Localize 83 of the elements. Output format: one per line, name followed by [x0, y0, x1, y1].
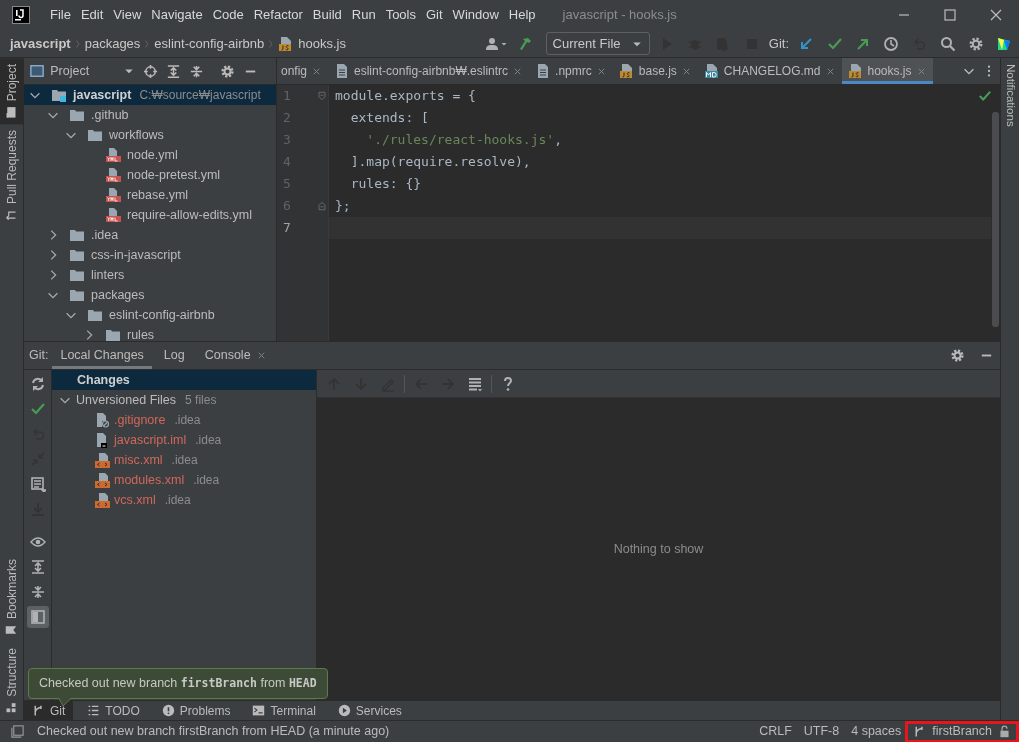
tree-item-label[interactable]: node.yml	[127, 145, 178, 165]
status-item[interactable]: UTF-8	[803, 722, 840, 741]
tree-item-label[interactable]: .idea	[91, 225, 119, 245]
changelist-row[interactable]: Changes	[52, 370, 316, 390]
menu-item[interactable]: Run	[346, 5, 381, 25]
code-line: };	[335, 197, 351, 215]
tree-item-label[interactable]: require-allow-edits.yml	[127, 205, 253, 225]
highlight-frame[interactable]: firstBranch	[905, 720, 1019, 742]
file-name[interactable]: vcs.xml	[114, 490, 156, 510]
code-line: extends: [	[349, 109, 429, 127]
branch-name[interactable]: firstBranch	[932, 722, 992, 741]
breadcrumb-item[interactable]: eslint-config-airbnb	[154, 33, 265, 54]
path-hint: C:₩source₩javascript	[139, 87, 261, 104]
tree-item-label[interactable]: css-in-javascript	[91, 245, 181, 265]
tool-window-tab[interactable]: Notifications	[1001, 58, 1019, 133]
file-name[interactable]: javascript.iml	[114, 430, 187, 450]
status-message[interactable]: Checked out new branch firstBranch from HEAD (a minute ago)	[37, 722, 748, 741]
empty-state-text: Nothing to show	[613, 540, 704, 558]
menu-item[interactable]: Window	[447, 5, 504, 25]
directory-hint: .idea	[195, 432, 222, 449]
tree-item-label[interactable]: workflows	[109, 125, 164, 145]
breadcrumb-item[interactable]: javascript	[10, 33, 71, 54]
menu-item[interactable]: View	[108, 5, 147, 25]
tree-item-label[interactable]: eslint-config-airbnb	[109, 305, 215, 325]
status-item[interactable]: 4 spaces	[851, 722, 902, 741]
tree-item-label[interactable]: .github	[91, 105, 129, 125]
file-name[interactable]: misc.xml	[114, 450, 163, 470]
file-count: 5 files	[185, 392, 217, 409]
tool-window-tab[interactable]: Project	[0, 58, 23, 125]
editor-tab[interactable]: eslint-config-airbnb₩.eslintrc	[328, 58, 530, 84]
panel-title: Git:	[29, 347, 49, 365]
file-name[interactable]: .gitignore	[114, 410, 166, 430]
editor-tab[interactable]: hooks.js	[841, 58, 933, 84]
menu-item[interactable]: Git	[421, 5, 448, 25]
editor-tab[interactable]: onfig	[277, 58, 329, 84]
editor-tab[interactable]: base.js	[612, 58, 698, 84]
menu-item[interactable]: Build	[307, 5, 347, 25]
menu-item[interactable]: Edit	[75, 5, 109, 25]
menu-item[interactable]: Refactor	[248, 5, 308, 25]
code-line: module.exports = {	[335, 87, 476, 105]
code-line: ].map(require.resolve),	[349, 153, 531, 171]
tree-item-label[interactable]: javascript	[73, 85, 132, 105]
status-item[interactable]: CRLF	[759, 722, 792, 741]
breadcrumb-item[interactable]: hooks.js	[298, 33, 346, 54]
menu-item[interactable]: Code	[207, 5, 249, 25]
tool-window-button[interactable]: Git	[24, 701, 74, 720]
group-label[interactable]: Unversioned Files	[76, 390, 177, 410]
panel-tab[interactable]: Local Changes	[52, 342, 152, 369]
tool-window-tab[interactable]: Structure	[0, 642, 23, 720]
directory-hint: .idea	[174, 412, 201, 429]
menu-item[interactable]: Help	[503, 5, 541, 25]
tool-window-tab[interactable]: Bookmarks	[0, 553, 23, 643]
directory-hint: .idea	[164, 492, 191, 509]
file-name[interactable]: modules.xml	[114, 470, 185, 490]
run-configuration-dropdown[interactable]: Current File	[545, 31, 650, 56]
tool-window-button[interactable]: Problems	[153, 701, 239, 720]
editor-tab[interactable]: .npmrc	[529, 58, 613, 84]
project-view-dropdown[interactable]: Project	[30, 61, 135, 81]
menu-item[interactable]: Tools	[380, 5, 421, 25]
tree-item-label[interactable]: packages	[91, 285, 145, 305]
panel-tab[interactable]: Log	[155, 342, 193, 369]
window-title: javascript - hooks.js	[562, 6, 677, 25]
panel-tab[interactable]: Console	[196, 342, 275, 369]
tool-window-button[interactable]: Terminal	[244, 701, 324, 720]
directory-hint: .idea	[193, 472, 220, 489]
tree-item-label[interactable]: rules	[127, 325, 155, 341]
editor-tab[interactable]: CHANGELOG.md	[697, 58, 842, 84]
tree-item-label[interactable]: node-pretest.yml	[127, 165, 221, 185]
code-line: rules: {}	[349, 175, 422, 193]
selected-tree-row[interactable]: javascript C:₩source₩javascript	[24, 85, 276, 105]
line-number: 7	[282, 219, 291, 237]
tree-item-label[interactable]: linters	[91, 265, 125, 285]
menu-item[interactable]: Navigate	[146, 5, 208, 25]
menu-item[interactable]: File	[45, 5, 76, 25]
code-line: './rules/react-hooks.js',	[365, 131, 562, 149]
tool-window-tab[interactable]: Pull Requests	[0, 124, 23, 228]
git-label: Git:	[768, 34, 789, 53]
tool-window-button[interactable]: TODO	[79, 701, 148, 720]
tree-item-label[interactable]: rebase.yml	[127, 185, 189, 205]
directory-hint: .idea	[171, 452, 198, 469]
notification-text: Checked out new branch firstBranch from HEAD	[39, 676, 317, 690]
tool-window-button[interactable]: Services	[329, 701, 410, 720]
breadcrumb-item[interactable]: packages	[84, 33, 141, 54]
